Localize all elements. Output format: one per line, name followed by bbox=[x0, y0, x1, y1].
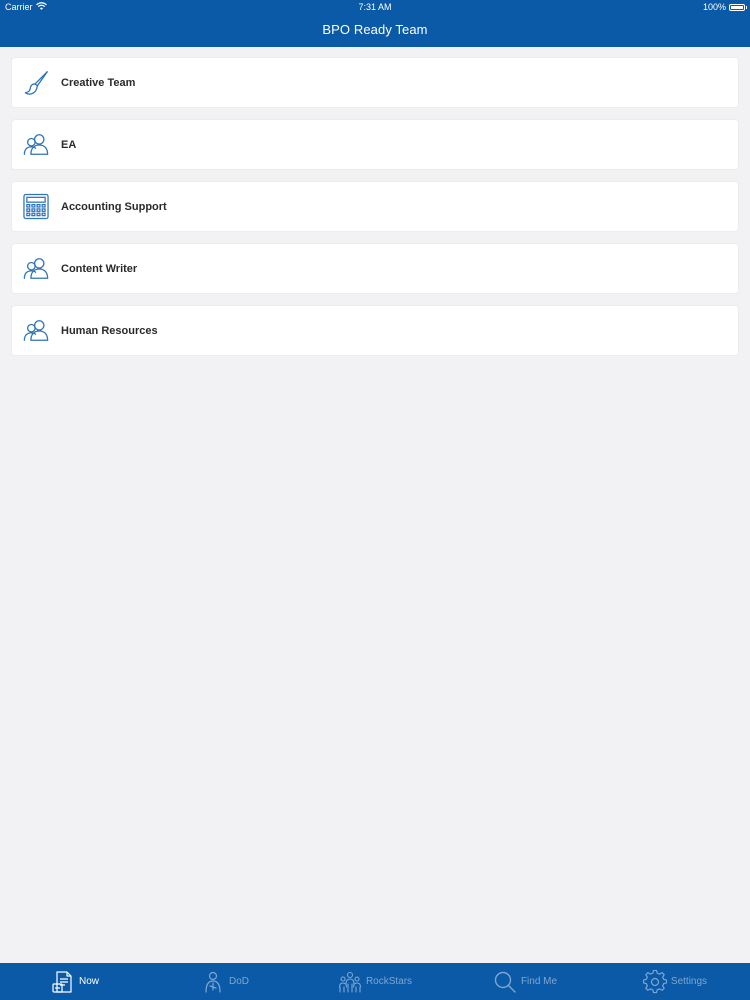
people-icon bbox=[23, 132, 49, 158]
tab-label: Find Me bbox=[520, 976, 558, 987]
list-item-label: Accounting Support bbox=[61, 200, 167, 213]
tab-label: Now bbox=[78, 976, 99, 987]
list-item-creative-team[interactable]: Creative Team bbox=[12, 58, 738, 107]
status-time: 7:31 AM bbox=[358, 2, 392, 12]
list-item-ea[interactable]: EA bbox=[12, 120, 738, 169]
search-icon bbox=[493, 970, 517, 994]
list-item-label: Creative Team bbox=[61, 76, 136, 89]
tab-label: DoD bbox=[228, 976, 249, 987]
battery-percent: 100% bbox=[702, 2, 726, 12]
team-list: Creative Team EA Accounting Support Cont… bbox=[12, 58, 738, 368]
tab-bar: Now DoD RockStars Find Me Settings bbox=[0, 963, 750, 1000]
tab-label: RockStars bbox=[365, 976, 413, 987]
status-right: 100% bbox=[702, 2, 747, 12]
tab-rockstars[interactable]: RockStars bbox=[300, 963, 450, 1000]
gear-icon bbox=[642, 969, 667, 994]
list-item-label: Content Writer bbox=[61, 262, 138, 275]
list-item-content-writer[interactable]: Content Writer bbox=[12, 244, 738, 293]
tab-settings[interactable]: Settings bbox=[600, 963, 750, 1000]
tab-label: Settings bbox=[670, 976, 708, 987]
calculator-icon bbox=[23, 193, 49, 220]
people-icon bbox=[23, 256, 49, 282]
tab-dod[interactable]: DoD bbox=[150, 963, 300, 1000]
list-item-human-resources[interactable]: Human Resources bbox=[12, 306, 738, 355]
list-item-label: Human Resources bbox=[61, 324, 158, 337]
tab-now[interactable]: Now bbox=[0, 963, 150, 1000]
person-icon bbox=[201, 970, 225, 994]
battery-icon bbox=[729, 3, 747, 11]
list-item-label: EA bbox=[61, 138, 77, 151]
group-icon bbox=[338, 970, 362, 994]
navigation-bar: Carrier 7:31 AM 100% BPO Ready Team bbox=[0, 0, 750, 47]
people-icon bbox=[23, 318, 49, 344]
list-item-accounting-support[interactable]: Accounting Support bbox=[12, 182, 738, 231]
page-title: BPO Ready Team bbox=[322, 22, 428, 37]
document-icon bbox=[51, 970, 75, 994]
status-bar: Carrier 7:31 AM 100% bbox=[0, 0, 750, 16]
tab-find-me[interactable]: Find Me bbox=[450, 963, 600, 1000]
paintbrush-icon bbox=[23, 70, 49, 96]
